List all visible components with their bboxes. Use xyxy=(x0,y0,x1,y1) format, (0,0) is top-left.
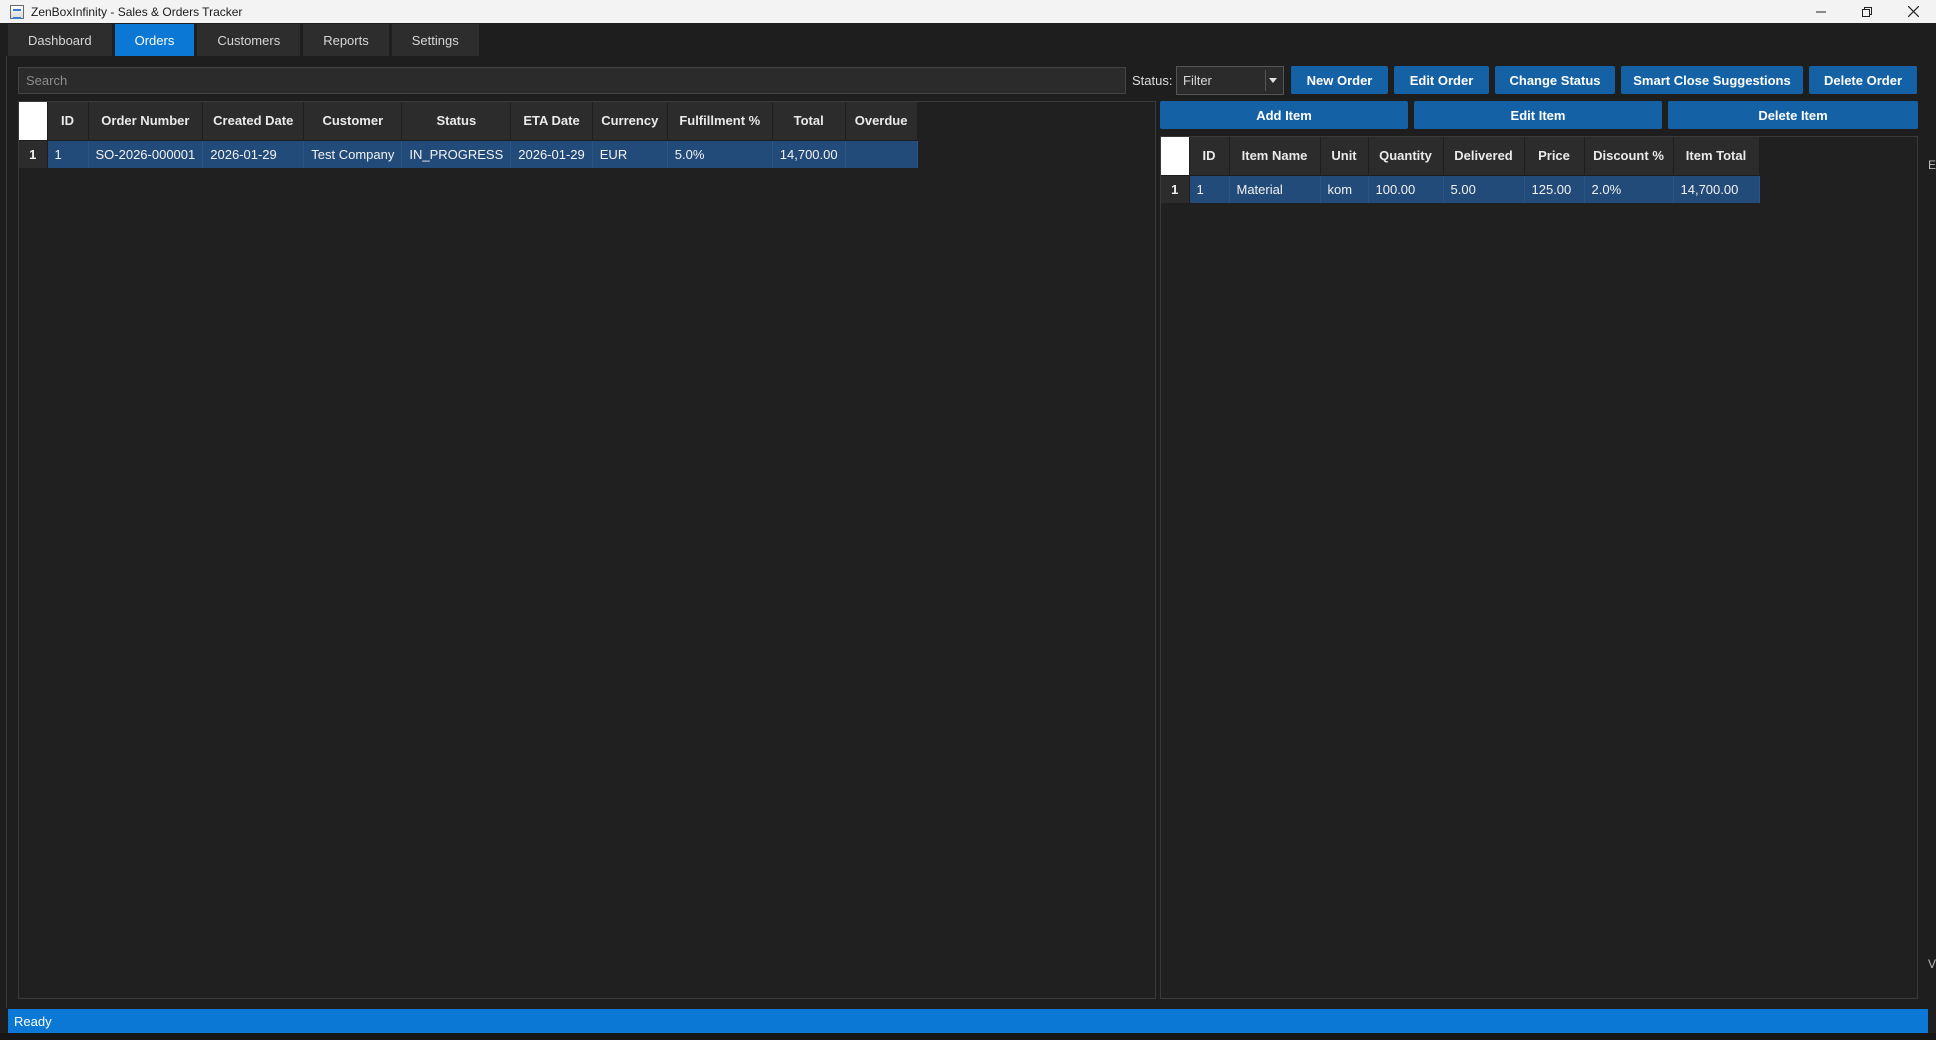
cell-discount[interactable]: 2.0% xyxy=(1584,175,1674,203)
row-number[interactable]: 1 xyxy=(19,140,48,168)
column-header-created-date[interactable]: Created Date xyxy=(202,102,305,141)
close-icon xyxy=(1907,6,1919,17)
column-header-currency[interactable]: Currency xyxy=(592,102,668,141)
app-icon xyxy=(10,4,24,19)
column-header-quantity[interactable]: Quantity xyxy=(1368,137,1444,176)
cell-currency[interactable]: EUR xyxy=(592,140,668,168)
smart-close-suggestions-button[interactable]: Smart Close Suggestions xyxy=(1621,66,1803,94)
edit-item-button[interactable]: Edit Item xyxy=(1414,101,1662,129)
add-item-button[interactable]: Add Item xyxy=(1160,101,1408,129)
cell-eta-date[interactable]: 2026-01-29 xyxy=(510,140,593,168)
restore-icon xyxy=(1862,6,1872,17)
new-order-button[interactable]: New Order xyxy=(1291,66,1388,94)
tab-reports[interactable]: Reports xyxy=(303,24,390,56)
dropdown-separator xyxy=(1265,70,1266,91)
tab-settings[interactable]: Settings xyxy=(391,24,480,56)
orders-table-panel: ID Order Number Created Date Customer St… xyxy=(18,101,1156,999)
search-input[interactable] xyxy=(18,67,1126,94)
table-row[interactable]: 1 1 Material kom 100.00 5.00 125.00 2.0%… xyxy=(1161,175,1760,203)
cell-item-total[interactable]: 14,700.00 xyxy=(1673,175,1760,203)
column-header-order-number[interactable]: Order Number xyxy=(88,102,204,141)
select-all-corner[interactable] xyxy=(1161,137,1190,176)
cell-total[interactable]: 14,700.00 xyxy=(772,140,846,168)
row-number[interactable]: 1 xyxy=(1161,175,1190,203)
delete-order-button[interactable]: Delete Order xyxy=(1809,66,1917,94)
select-all-corner[interactable] xyxy=(19,102,48,141)
orders-table: ID Order Number Created Date Customer St… xyxy=(19,102,918,168)
tab-dashboard[interactable]: Dashboard xyxy=(8,24,113,56)
column-header-status[interactable]: Status xyxy=(401,102,512,141)
items-table: ID Item Name Unit Quantity Delivered Pri… xyxy=(1161,137,1760,203)
cell-status[interactable]: IN_PROGRESS xyxy=(401,140,512,168)
column-header-id[interactable]: ID xyxy=(1189,137,1230,176)
column-header-discount[interactable]: Discount % xyxy=(1584,137,1674,176)
column-header-delivered[interactable]: Delivered xyxy=(1443,137,1525,176)
minimize-icon xyxy=(1816,11,1826,12)
column-header-fulfillment[interactable]: Fulfillment % xyxy=(667,102,773,141)
window-controls xyxy=(1798,0,1936,23)
cell-unit[interactable]: kom xyxy=(1320,175,1369,203)
tab-customers[interactable]: Customers xyxy=(197,24,302,56)
cell-order-number[interactable]: SO-2026-000001 xyxy=(88,140,204,168)
status-text: Ready xyxy=(14,1013,52,1029)
edge-glyph-top: E xyxy=(1928,158,1936,172)
cell-id[interactable]: 1 xyxy=(1189,175,1230,203)
bottom-strip xyxy=(0,1033,1936,1040)
edge-glyph-bottom: V xyxy=(1928,957,1936,971)
cell-fulfillment[interactable]: 5.0% xyxy=(667,140,773,168)
delete-item-button[interactable]: Delete Item xyxy=(1668,101,1918,129)
close-button[interactable] xyxy=(1890,0,1936,23)
orders-header-row: ID Order Number Created Date Customer St… xyxy=(19,102,918,141)
cell-created-date[interactable]: 2026-01-29 xyxy=(202,140,305,168)
status-filter-label: Status: xyxy=(1132,73,1173,88)
table-row[interactable]: 1 1 SO-2026-000001 2026-01-29 Test Compa… xyxy=(19,140,918,168)
status-filter-select[interactable]: Filter xyxy=(1176,66,1284,95)
status-filter-value: Filter xyxy=(1183,73,1212,88)
cell-quantity[interactable]: 100.00 xyxy=(1368,175,1444,203)
items-table-panel: ID Item Name Unit Quantity Delivered Pri… xyxy=(1160,136,1918,999)
status-bar: Ready xyxy=(8,1009,1928,1033)
column-header-id[interactable]: ID xyxy=(47,102,89,141)
cell-id[interactable]: 1 xyxy=(47,140,89,168)
column-header-item-total[interactable]: Item Total xyxy=(1673,137,1760,176)
column-header-item-name[interactable]: Item Name xyxy=(1229,137,1321,176)
minimize-button[interactable] xyxy=(1798,0,1844,23)
column-header-customer[interactable]: Customer xyxy=(303,102,403,141)
cell-item-name[interactable]: Material xyxy=(1229,175,1321,203)
restore-button[interactable] xyxy=(1844,0,1890,23)
column-header-overdue[interactable]: Overdue xyxy=(845,102,918,141)
items-header-row: ID Item Name Unit Quantity Delivered Pri… xyxy=(1161,137,1760,176)
title-bar: ZenBoxInfinity - Sales & Orders Tracker xyxy=(0,0,1936,23)
cell-price[interactable]: 125.00 xyxy=(1524,175,1585,203)
edit-order-button[interactable]: Edit Order xyxy=(1394,66,1489,94)
change-status-button[interactable]: Change Status xyxy=(1495,66,1615,94)
cell-delivered[interactable]: 5.00 xyxy=(1443,175,1525,203)
column-header-price[interactable]: Price xyxy=(1524,137,1585,176)
cell-overdue[interactable] xyxy=(845,140,918,168)
window-title: ZenBoxInfinity - Sales & Orders Tracker xyxy=(31,4,243,19)
column-header-total[interactable]: Total xyxy=(772,102,846,141)
chevron-down-icon xyxy=(1269,78,1277,83)
main-tabs: Dashboard Orders Customers Reports Setti… xyxy=(8,24,480,56)
column-header-eta-date[interactable]: ETA Date xyxy=(510,102,593,141)
cell-customer[interactable]: Test Company xyxy=(303,140,403,168)
column-header-unit[interactable]: Unit xyxy=(1320,137,1369,176)
tab-orders[interactable]: Orders xyxy=(114,24,196,56)
